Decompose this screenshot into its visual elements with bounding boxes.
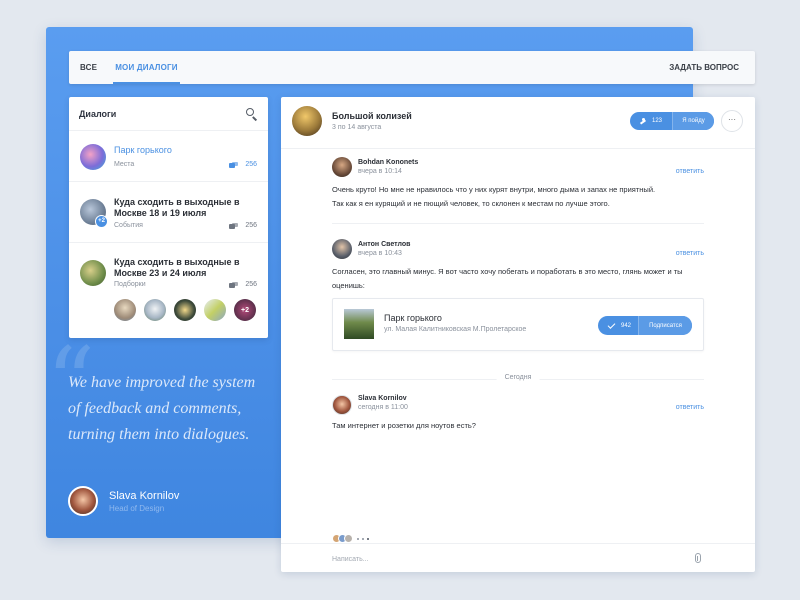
- attendee-count: 123: [630, 112, 672, 130]
- reply-link[interactable]: ответить: [676, 250, 704, 257]
- author-name: Slava Kornilov: [109, 490, 180, 502]
- reply-link[interactable]: ответить: [676, 404, 704, 411]
- user-avatar[interactable]: [332, 395, 352, 415]
- subscribe-button[interactable]: 942 Подписатся: [598, 316, 692, 335]
- paperclip-icon[interactable]: [695, 553, 701, 563]
- place-image: [344, 309, 374, 339]
- collection-thumbnail[interactable]: [114, 299, 136, 321]
- attend-button[interactable]: 123 Я пойду: [630, 112, 714, 130]
- chat-bubbles-icon: [229, 281, 239, 288]
- search-icon[interactable]: [246, 107, 258, 121]
- collection-thumbnail[interactable]: [144, 299, 166, 321]
- more-thumbnails-button[interactable]: +2: [234, 299, 256, 321]
- message-input[interactable]: [332, 552, 672, 566]
- tab-all[interactable]: ВСЕ: [80, 51, 97, 84]
- user-avatar[interactable]: [332, 239, 352, 259]
- collection-thumbnail[interactable]: [204, 299, 226, 321]
- typing-dots-icon: [357, 537, 369, 540]
- dialog-title: Куда сходить в выходные в Москве 18 и 19…: [114, 197, 240, 218]
- dialog-item-weekend-23-24[interactable]: Куда сходить в выходные в Москве 23 и 24…: [69, 243, 268, 337]
- chat-header: Большой колизей 3 по 14 августа 123 Я по…: [281, 97, 755, 149]
- dialogs-header: Диалоги: [69, 97, 268, 131]
- attend-label: Я пойду: [672, 112, 714, 130]
- dialog-category: События: [114, 222, 143, 229]
- chat-dates: 3 по 14 августа: [332, 124, 382, 131]
- more-options-button[interactable]: ···: [721, 110, 743, 132]
- dialog-message-count: 256: [229, 222, 257, 229]
- dialog-category: Места: [114, 161, 135, 168]
- tab-my-dialogs[interactable]: МОИ ДИАЛОГИ: [113, 51, 180, 84]
- dialog-title: Куда сходить в выходные в Москве 23 и 24…: [114, 257, 240, 278]
- chat-title: Большой колизей: [332, 111, 412, 121]
- message-text: Там интернет и розетки для ноутов есть?: [332, 421, 476, 430]
- place-address: ул. Малая Калитниковская М.Пролетарское: [384, 326, 527, 333]
- dialog-avatar: [80, 144, 106, 170]
- event-avatar: [292, 106, 322, 136]
- reply-link[interactable]: ответить: [676, 168, 704, 175]
- chat-bubbles-icon: [229, 161, 239, 168]
- user-avatar[interactable]: [332, 157, 352, 177]
- dialog-avatar: [80, 260, 106, 286]
- dialogs-title: Диалоги: [79, 108, 117, 119]
- message-time: сегодня в 11:00: [358, 404, 408, 411]
- dialog-title: Парк горького: [114, 145, 172, 155]
- message-time: вчера в 10:14: [358, 168, 402, 175]
- collection-thumbnail[interactable]: [174, 299, 196, 321]
- extra-participants-badge: +2: [95, 215, 108, 228]
- message-text: Согласен, это главный минус. Я вот часто…: [332, 267, 683, 290]
- dialog-message-count: 256: [229, 161, 257, 168]
- dialogs-panel: Диалоги Парк горького Места 256 +2 Куда …: [69, 97, 268, 338]
- day-separator: Сегодня: [332, 374, 704, 384]
- subscribe-label: Подписатся: [638, 316, 692, 335]
- quote-text: We have improved the system of feedback …: [68, 374, 256, 443]
- day-label: Сегодня: [496, 374, 540, 381]
- place-card[interactable]: Парк горького ул. Малая Калитниковская М…: [332, 298, 704, 351]
- collection-thumbnails: +2: [114, 299, 256, 321]
- typing-user-avatar: [344, 534, 353, 543]
- message-time: вчера в 10:43: [358, 250, 402, 257]
- dialog-item-park[interactable]: Парк горького Места 256: [69, 131, 268, 182]
- top-nav-bar: ВСЕ МОИ ДИАЛОГИ ЗАДАТЬ ВОПРОС: [69, 51, 755, 84]
- dialog-item-weekend-18-19[interactable]: +2 Куда сходить в выходные в Москве 18 и…: [69, 182, 268, 243]
- running-person-icon: [640, 117, 646, 125]
- dialog-message-count: 256: [229, 281, 257, 288]
- place-name: Парк горького: [384, 313, 442, 323]
- author-role: Head of Design: [109, 504, 165, 513]
- chat-bubbles-icon: [229, 222, 239, 229]
- message-author[interactable]: Антон Светлов: [358, 241, 410, 248]
- compose-bar: [281, 543, 755, 572]
- chat-panel: Большой колизей 3 по 14 августа 123 Я по…: [281, 97, 755, 572]
- author-avatar: [68, 486, 98, 516]
- message-author[interactable]: Slava Kornilov: [358, 395, 407, 402]
- ask-question-button[interactable]: ЗАДАТЬ ВОПРОС: [669, 63, 739, 72]
- dialog-category: Подборки: [114, 281, 146, 288]
- check-icon: [607, 320, 616, 329]
- typing-indicator: [332, 534, 369, 543]
- message-text: Очень круто! Но мне не нравилось что у н…: [332, 185, 656, 208]
- message-divider: [332, 223, 704, 224]
- subscriber-count: 942: [598, 316, 638, 335]
- message-author[interactable]: Bohdan Kononets: [358, 159, 418, 166]
